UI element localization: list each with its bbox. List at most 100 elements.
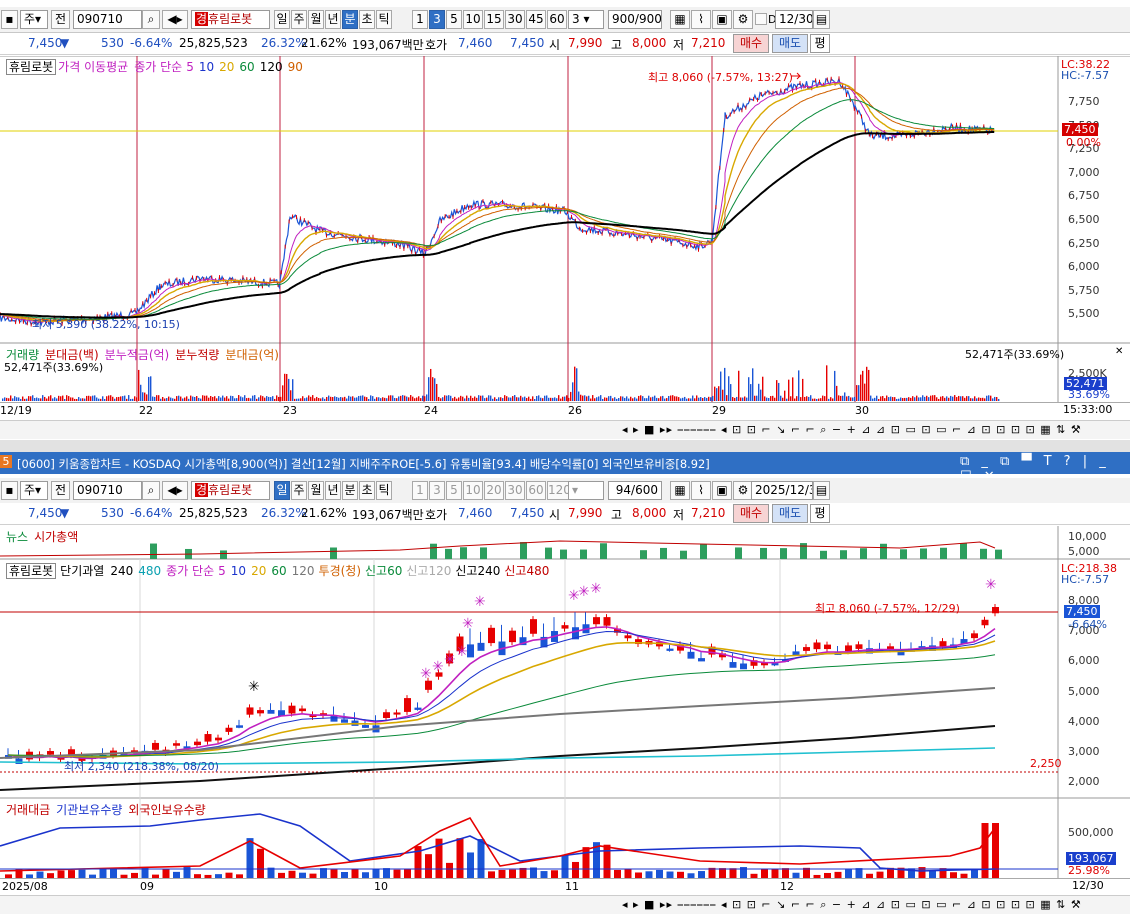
scroll-controls[interactable]: ◂ ▸ ■ ▸▸ ⎯⎯⎯⎯⎯⎯ ◂ ⊡ ⊡ ⌐ ↘ ⌐ ⌐ ⌕ − + ⊿ ⊿ … (622, 423, 1082, 437)
tab-minute-60[interactable]: 60 (526, 481, 546, 500)
volume-bar (310, 396, 312, 401)
volume-bar (660, 396, 662, 401)
bottom-scroll-bar[interactable]: ◂ ▸ ■ ▸▸ ⎯⎯⎯⎯⎯⎯ ◂ ⊡ ⊡ ⌐ ↘ ⌐ ⌐ ⌕ − + ⊿ ⊿ … (0, 895, 1130, 914)
tab-minute-30[interactable]: 30 (505, 481, 525, 500)
buy-button[interactable]: 매수 (733, 34, 769, 53)
minute-dropdown[interactable]: 3 ▾ (568, 10, 604, 29)
eval-button[interactable]: 평 (810, 504, 830, 523)
buy-button[interactable]: 매수 (733, 504, 769, 523)
tab-minute-3[interactable]: 3 (429, 10, 445, 29)
tab-minute-10[interactable]: 10 (463, 481, 483, 500)
scroll-controls[interactable]: ◂ ▸ ■ ▸▸ ⎯⎯⎯⎯⎯⎯ ◂ ⊡ ⊡ ⌐ ↘ ⌐ ⌐ ⌕ − + ⊿ ⊿ … (622, 898, 1082, 912)
tab-minute-3[interactable]: 3 (429, 481, 445, 500)
date-field[interactable]: 12/30 (775, 10, 813, 29)
tool-icon-2[interactable]: ⌇ (691, 10, 711, 29)
stock-name-label: 휴림로봇 (208, 12, 253, 26)
tab-minute-30[interactable]: 30 (505, 10, 525, 29)
volume-bar (860, 374, 862, 401)
volume-pane-close-icon[interactable]: ✕ (1115, 346, 1123, 357)
tab-period-분[interactable]: 분 (342, 481, 358, 500)
date-checkbox[interactable] (755, 13, 767, 25)
volume-bar (430, 368, 432, 401)
period-select[interactable]: 주▾ (20, 10, 48, 29)
trade-amount-bar (467, 852, 474, 878)
tab-period-주[interactable]: 주 (291, 481, 307, 500)
all-button[interactable]: 전 (51, 481, 70, 500)
tab-period-년[interactable]: 년 (325, 10, 341, 29)
trade-amount-bar (645, 871, 653, 878)
trade-amount-bar (729, 868, 737, 878)
tool-icon-1[interactable]: ▦ (670, 481, 690, 500)
code-input[interactable]: 090710 (73, 10, 142, 29)
volume-bar (516, 397, 518, 401)
tab-period-초[interactable]: 초 (359, 10, 375, 29)
volume-bar (240, 396, 242, 401)
stock-name[interactable]: 경휴림로봇 (191, 481, 270, 500)
date-field[interactable]: 2025/12/30 (751, 481, 813, 500)
tab-period-주[interactable]: 주 (291, 10, 307, 29)
volume-bar (416, 397, 418, 401)
level-2250: 2,250 (1030, 757, 1062, 770)
eval-button[interactable]: 평 (810, 34, 830, 53)
news-bar (660, 547, 667, 559)
tab-minute-1[interactable]: 1 (412, 10, 428, 29)
volume-bar (650, 397, 652, 401)
tab-period-초[interactable]: 초 (359, 481, 375, 500)
trade-amount-bar (855, 868, 863, 878)
minute-dropdown[interactable]: ▾ (568, 481, 604, 500)
tool-icon-1[interactable]: ▦ (670, 10, 690, 29)
volume-bar (762, 376, 764, 401)
stock-name[interactable]: 경휴림로봇 (191, 10, 270, 29)
tab-minute-5[interactable]: 5 (446, 481, 462, 500)
chart-menu-icon[interactable]: ▪ (1, 481, 18, 500)
volume-bar (862, 370, 864, 401)
search-icon[interactable]: ⌕ (142, 10, 160, 29)
chart-menu-icon[interactable]: ▪ (1, 10, 18, 29)
volume-bar (82, 398, 84, 401)
tab-minute-15[interactable]: 15 (484, 10, 504, 29)
tab-minute-45[interactable]: 45 (526, 10, 546, 29)
tab-period-일[interactable]: 일 (274, 481, 290, 500)
ratio: 21.62% (301, 506, 347, 520)
gear-icon[interactable]: ⚙ (733, 10, 753, 29)
volume-bar (178, 395, 180, 401)
volume-bar (388, 395, 390, 401)
period-select[interactable]: 주▾ (20, 481, 48, 500)
volume-bar (870, 395, 872, 401)
top-toolbar: ▪ 주▾ 전 090710 ⌕ ◀▸ 경휴림로봇 일주월년분초틱 1 3 5 10 15… (0, 7, 1130, 33)
save-icon[interactable]: ▣ (712, 10, 732, 29)
tab-period-분[interactable]: 분 (342, 10, 358, 29)
tab-period-월[interactable]: 월 (308, 10, 324, 29)
bottom-ytick-5: 3,000 (1068, 745, 1100, 758)
all-button[interactable]: 전 (51, 10, 70, 29)
tab-minute-20[interactable]: 20 (484, 481, 504, 500)
calendar-icon[interactable]: ▤ (813, 10, 830, 29)
sell-button[interactable]: 매도 (772, 34, 808, 53)
search-icon[interactable]: ⌕ (142, 481, 160, 500)
tab-minute-1[interactable]: 1 (412, 481, 428, 500)
tab-period-월[interactable]: 월 (308, 481, 324, 500)
tab-minute-5[interactable]: 5 (446, 10, 462, 29)
volume-bar (476, 397, 478, 401)
save-icon[interactable]: ▣ (712, 481, 732, 500)
legend-stock-name[interactable]: 휴림로봇 (6, 59, 57, 75)
tab-minute-10[interactable]: 10 (463, 10, 483, 29)
tab-period-틱[interactable]: 틱 (376, 481, 392, 500)
top-scroll-bar[interactable]: ◂ ▸ ■ ▸▸ ⎯⎯⎯⎯⎯⎯ ◂ ⊡ ⊡ ⌐ ↘ ⌐ ⌐ ⌕ − + ⊿ ⊿ … (0, 420, 1130, 439)
volume-bar (250, 398, 252, 401)
volume-bar (528, 396, 530, 401)
tab-minute-60[interactable]: 60 (547, 10, 567, 29)
speaker-icon[interactable]: ◀▸ (162, 10, 188, 29)
code-input[interactable]: 090710 (73, 481, 142, 500)
sell-button[interactable]: 매도 (772, 504, 808, 523)
star-marker: ✳ (474, 594, 486, 610)
tab-period-틱[interactable]: 틱 (376, 10, 392, 29)
tab-period-일[interactable]: 일 (274, 10, 290, 29)
speaker-icon[interactable]: ◀▸ (162, 481, 188, 500)
tool-icon-2[interactable]: ⌇ (691, 481, 711, 500)
high-price: 8,000 (632, 506, 667, 520)
gear-icon[interactable]: ⚙ (733, 481, 753, 500)
legend-stock-name[interactable]: 휴림로봇 (6, 563, 57, 579)
calendar-icon[interactable]: ▤ (813, 481, 830, 500)
tab-period-년[interactable]: 년 (325, 481, 341, 500)
